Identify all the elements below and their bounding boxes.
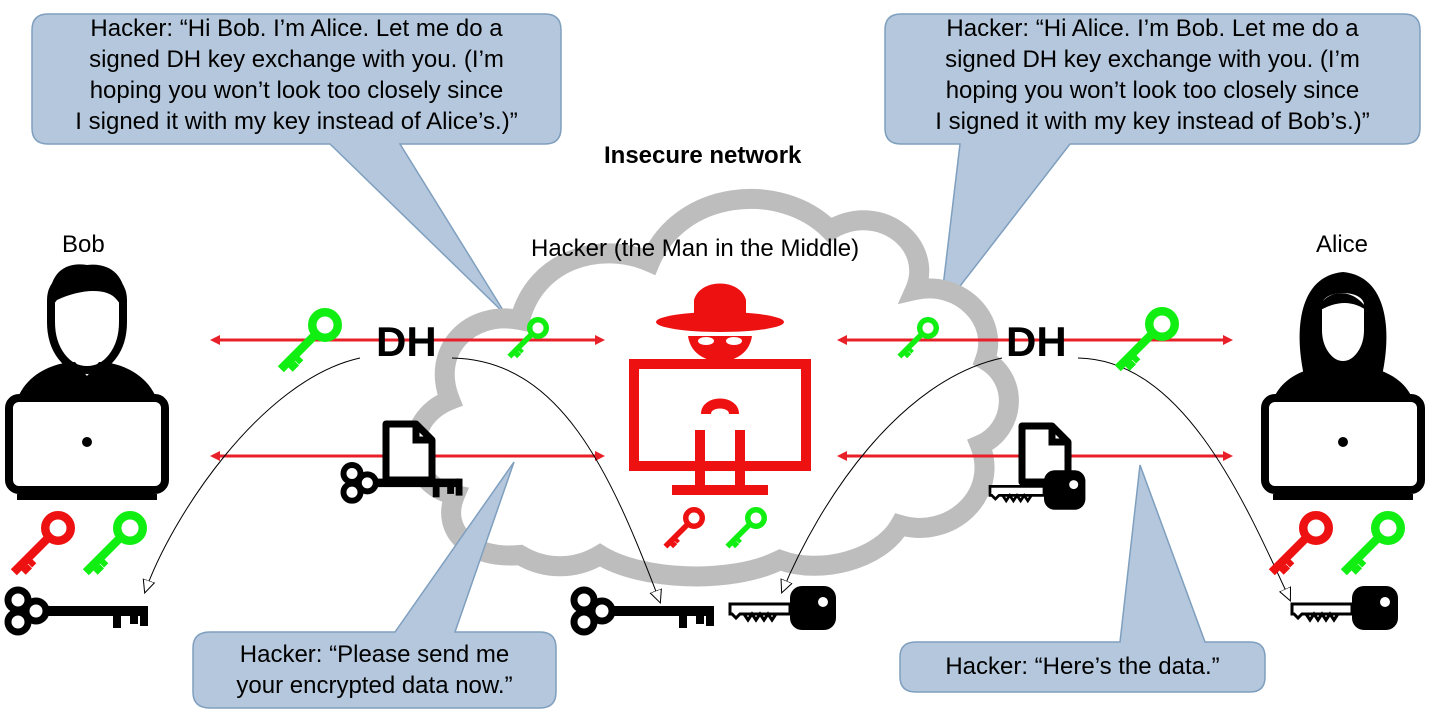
alice-laptop-icon bbox=[1265, 398, 1421, 500]
bob-shared-key-icon bbox=[8, 590, 148, 632]
dh-label-right: DH bbox=[1006, 318, 1067, 365]
alice-label: Alice bbox=[1316, 231, 1369, 258]
bubble-line: hoping you won’t look too closely since bbox=[945, 77, 1360, 104]
alice-shared-key-icon bbox=[1290, 584, 1400, 632]
bubble-bottom-right-text: Hacker: “Here’s the data.” bbox=[900, 651, 1265, 682]
hacker-shared-key-bob-icon bbox=[574, 590, 714, 632]
bubble-line: Hacker: “Here’s the data.” bbox=[945, 653, 1220, 680]
bubble-line: Hacker: “Hi Bob. I’m Alice. Let me do a bbox=[90, 15, 503, 42]
hacker-label: Hacker (the Man in the Middle) bbox=[531, 235, 860, 262]
bubble-bottom-left-text: Hacker: “Please send me your encrypted d… bbox=[193, 639, 556, 701]
bubble-line: Hacker: “Please send me bbox=[239, 641, 510, 668]
bubble-top-left-text: Hacker: “Hi Bob. I’m Alice. Let me do a … bbox=[32, 13, 561, 137]
bubble-line: I signed it with my key instead of Bob’s… bbox=[935, 108, 1370, 135]
bubble-line: your encrypted data now.” bbox=[236, 672, 513, 699]
bob-laptop-icon bbox=[9, 398, 165, 500]
dh-label-left: DH bbox=[376, 318, 437, 365]
green-key-icon bbox=[86, 515, 143, 572]
bubble-line: Hacker: “Hi Alice. I’m Bob. Let me do a bbox=[946, 15, 1359, 42]
bubble-top-right-text: Hacker: “Hi Alice. I’m Bob. Let me do a … bbox=[885, 13, 1420, 137]
bob-person-icon bbox=[17, 264, 157, 400]
red-key-icon bbox=[14, 515, 71, 572]
bubble-line: I signed it with my key instead of Alice… bbox=[75, 108, 518, 135]
bubble-line: signed DH key exchange with you. (I’m bbox=[945, 46, 1360, 73]
red-key-icon bbox=[1272, 515, 1329, 572]
green-key-icon bbox=[1344, 515, 1401, 572]
bubble-line: signed DH key exchange with you. (I’m bbox=[89, 46, 504, 73]
network-title: Insecure network bbox=[604, 142, 802, 169]
alice-person-icon bbox=[1273, 272, 1413, 400]
hacker-shared-key-alice-icon bbox=[728, 584, 838, 632]
bob-label: Bob bbox=[62, 231, 105, 258]
bubble-line: hoping you won’t look too closely since bbox=[89, 77, 504, 104]
